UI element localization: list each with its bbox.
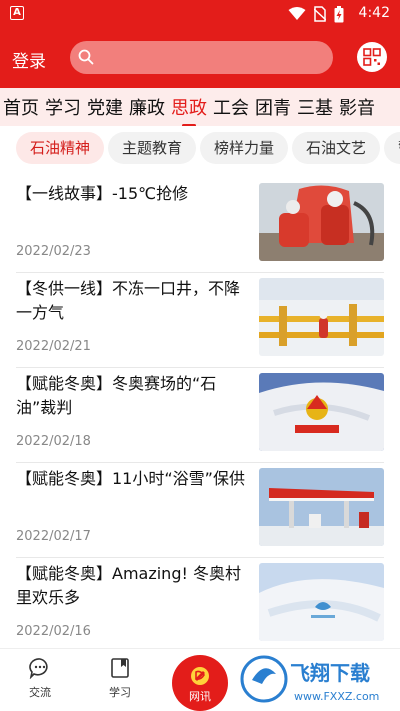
watermark-brand: 飞翔下载 xyxy=(290,661,370,685)
news-thumbnail xyxy=(259,563,384,641)
news-date: 2022/02/17 xyxy=(16,529,91,544)
nav-item-ideology[interactable]: 思政 xyxy=(168,94,210,126)
status-bar: A 4:42 xyxy=(0,0,400,28)
news-item[interactable]: 【一线故事】-15℃抢修 2022/02/23 xyxy=(16,178,384,273)
news-thumbnail xyxy=(259,468,384,546)
search-icon xyxy=(78,49,94,65)
category-nav: 首页 学习 党建 廉政 思政 工会 团青 三基 影音 xyxy=(0,88,400,126)
news-item[interactable]: 【赋能冬奥】冬奥赛场的“石油”裁判 2022/02/18 xyxy=(16,368,384,463)
watermark-url: www.FXXZ.com xyxy=(294,690,379,703)
nav-item-party[interactable]: 党建 xyxy=(84,94,126,120)
news-title: 【赋能冬奥】Amazing! 冬奥村里欢乐多 xyxy=(16,564,241,607)
chip-theme-education[interactable]: 主题教育 xyxy=(108,132,197,164)
nav-item-home[interactable]: 首页 xyxy=(0,94,42,120)
news-title: 【赋能冬奥】11小时“浴雪”保供 xyxy=(16,469,245,488)
clock: 4:42 xyxy=(358,5,390,21)
chip-role-models[interactable]: 榜样力量 xyxy=(200,132,289,164)
chip-overflow[interactable]: 警 xyxy=(384,132,400,164)
header: 登录 xyxy=(0,28,400,88)
watermark-logo: 飞翔下载 www.FXXZ.com xyxy=(238,650,400,708)
news-item[interactable]: 【冬供一线】不冻一口井，不降一方气 2022/02/21 xyxy=(16,273,384,368)
system-icons xyxy=(288,5,344,23)
battery-charging-icon xyxy=(334,5,344,22)
chip-oil-spirit[interactable]: 石油精神 xyxy=(16,132,105,164)
no-sim-icon xyxy=(314,6,326,22)
tab-label: 网讯 xyxy=(189,690,211,703)
party-emblem-icon xyxy=(191,667,209,685)
news-date: 2022/02/16 xyxy=(16,624,91,639)
search-bar[interactable] xyxy=(70,41,333,74)
nav-item-integrity[interactable]: 廉政 xyxy=(126,94,168,120)
tab-study[interactable]: 学习 xyxy=(90,657,150,700)
book-icon xyxy=(111,658,129,678)
news-thumbnail xyxy=(259,373,384,451)
qr-code-icon xyxy=(363,48,381,66)
news-date: 2022/02/23 xyxy=(16,244,91,259)
search-input[interactable] xyxy=(100,45,320,70)
nav-item-media[interactable]: 影音 xyxy=(336,94,378,120)
news-title: 【一线故事】-15℃抢修 xyxy=(16,184,189,203)
nav-item-youth[interactable]: 团青 xyxy=(252,94,294,120)
tab-label: 交流 xyxy=(29,686,51,699)
wifi-icon xyxy=(288,7,306,20)
tab-exchange[interactable]: 交流 xyxy=(10,657,70,700)
news-date: 2022/02/18 xyxy=(16,434,91,449)
news-item[interactable]: 【赋能冬奥】Amazing! 冬奥村里欢乐多 2022/02/16 xyxy=(16,558,384,653)
nav-item-study[interactable]: 学习 xyxy=(42,94,84,120)
news-title: 【冬供一线】不冻一口井，不降一方气 xyxy=(16,279,241,322)
chat-bubble-icon xyxy=(29,658,48,680)
login-button[interactable]: 登录 xyxy=(12,47,46,72)
chip-oil-arts[interactable]: 石油文艺 xyxy=(292,132,381,164)
nav-item-union[interactable]: 工会 xyxy=(210,94,252,120)
news-date: 2022/02/21 xyxy=(16,339,91,354)
news-thumbnail xyxy=(259,278,384,356)
news-item[interactable]: 【赋能冬奥】11小时“浴雪”保供 2022/02/17 xyxy=(16,463,384,558)
news-title: 【赋能冬奥】冬奥赛场的“石油”裁判 xyxy=(16,374,217,417)
tab-news-center[interactable]: 网讯 xyxy=(172,655,228,711)
qr-scan-button[interactable] xyxy=(357,42,387,72)
news-thumbnail xyxy=(259,183,384,261)
nav-item-sanji[interactable]: 三基 xyxy=(294,94,336,120)
subcategory-chips: 石油精神 主题教育 榜样力量 石油文艺 警 xyxy=(0,132,400,164)
tab-label: 学习 xyxy=(109,686,131,699)
app-notification-icon: A xyxy=(10,6,24,20)
